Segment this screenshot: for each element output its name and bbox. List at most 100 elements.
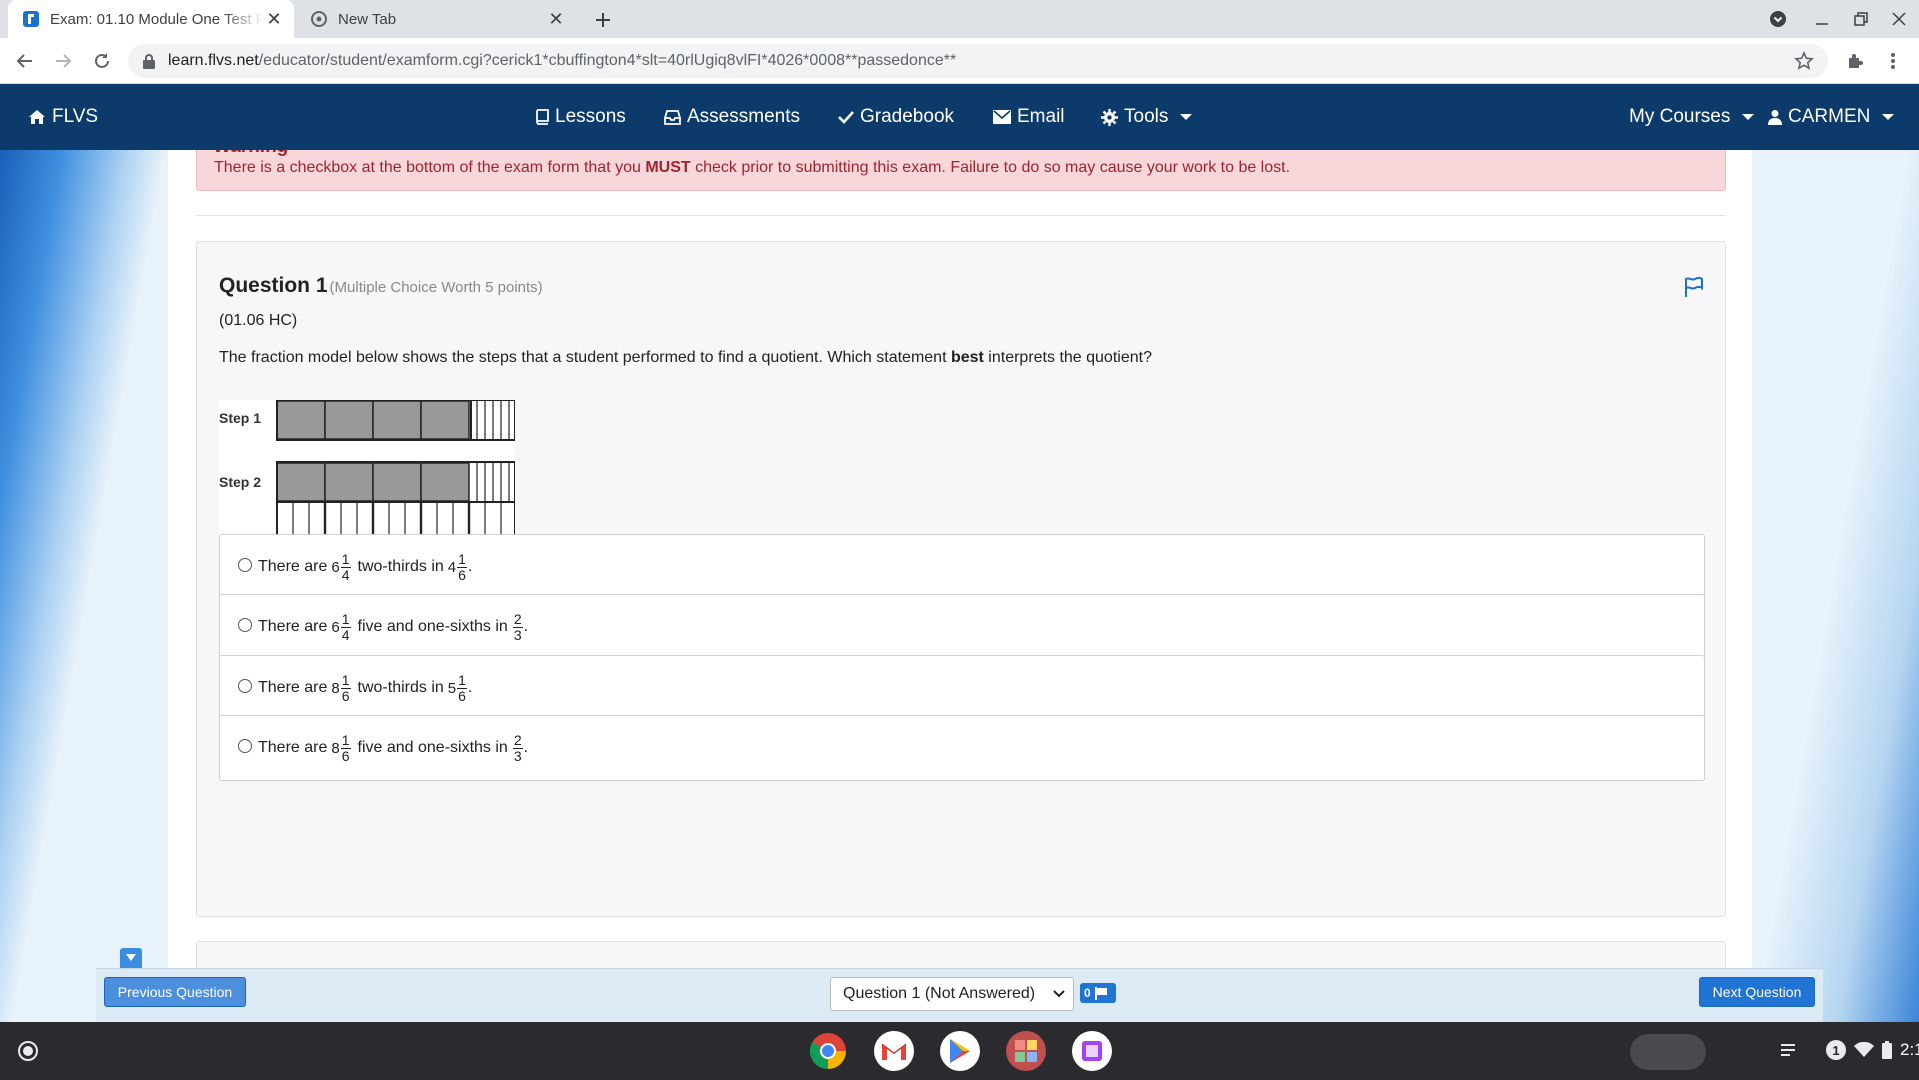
answer-choice[interactable]: There are 8 1 6 two-thirds in 5 1 6. (219, 655, 1705, 721)
flag-question-icon[interactable] (1683, 276, 1705, 298)
address-bar[interactable]: learn.flvs.net/educator/student/examform… (128, 44, 1828, 78)
denominator: 4 (341, 566, 350, 583)
tab-title: New Tab (338, 10, 397, 28)
battery-icon (1882, 1041, 1892, 1059)
forward-arrow-icon[interactable] (50, 48, 76, 74)
numerator: 2 (512, 731, 523, 749)
tab-new-tab[interactable]: New Tab ✕ (300, 0, 576, 38)
play-store-app-icon[interactable] (940, 1031, 980, 1071)
reload-icon[interactable] (89, 48, 115, 74)
bookmark-star-icon[interactable] (1794, 51, 1814, 71)
question-text: The fraction model below shows the steps… (219, 349, 1152, 367)
collapse-toggle[interactable] (120, 948, 142, 968)
choice-text: . (523, 739, 529, 756)
whole-number: 6 (331, 558, 340, 576)
nav-gradebook-label: Gradebook (860, 106, 955, 127)
answer-choice[interactable]: There are 6 1 4 two-thirds in 4 1 6. (219, 534, 1705, 600)
answer-radio[interactable] (238, 618, 252, 632)
flag-count-badge[interactable]: 0 (1080, 983, 1116, 1003)
exam-content: Warning There is a checkbox at the botto… (168, 150, 1752, 1022)
choice-text: two-thirds in (357, 558, 444, 575)
gear-icon (1101, 108, 1118, 126)
lock-icon (143, 54, 155, 69)
nav-my-courses-label: My Courses (1629, 106, 1731, 127)
flag-count: 0 (1084, 986, 1091, 1000)
whole-number: 8 (331, 739, 340, 757)
numerator: 1 (340, 731, 351, 749)
photos-app-icon[interactable] (1072, 1031, 1112, 1071)
close-tab-icon[interactable]: ✕ (264, 9, 284, 29)
denominator: 3 (513, 626, 522, 643)
close-window-icon[interactable] (1886, 6, 1912, 32)
question-text-bold: best (950, 349, 984, 366)
previous-question-button[interactable]: Previous Question (104, 977, 246, 1007)
gmail-app-icon[interactable] (874, 1031, 914, 1071)
close-tab-icon[interactable]: ✕ (546, 9, 566, 29)
next-question-button[interactable]: Next Question (1699, 977, 1815, 1007)
calculator-app-icon[interactable] (1006, 1031, 1046, 1071)
answer-radio[interactable] (238, 558, 252, 572)
question-select[interactable]: Question 1 (Not Answered) (830, 977, 1074, 1011)
user-icon (1768, 110, 1782, 125)
fraction: 16 (340, 672, 351, 704)
tab-search-icon[interactable] (1765, 6, 1791, 32)
choice-text: There are (258, 618, 328, 635)
fraction: 23 (512, 731, 523, 764)
dropdown-caret-icon (1882, 114, 1895, 120)
status-area[interactable]: 1 2:18 (1780, 1040, 1919, 1060)
nav-user-label: CARMEN (1788, 106, 1871, 127)
nav-lessons[interactable]: Lessons (534, 106, 626, 128)
warning-title: Warning (213, 150, 288, 158)
flvs-favicon-icon (22, 10, 40, 28)
wifi-icon (1854, 1042, 1874, 1057)
more-menu-icon[interactable] (1880, 48, 1906, 74)
numerator: 1 (340, 610, 351, 628)
holding-space-tray[interactable] (1630, 1034, 1706, 1070)
fraction: 16 (457, 550, 467, 583)
whole-number: 4 (447, 558, 457, 576)
warning-text-bold: MUST (645, 159, 691, 176)
numerator: 1 (457, 550, 467, 568)
nav-assessments[interactable]: Assessments (664, 106, 800, 128)
tab-exam[interactable]: Exam: 01.10 Module One Test Pa ✕ (8, 0, 294, 38)
envelope-icon (993, 110, 1011, 124)
nav-my-courses[interactable]: My Courses (1629, 106, 1755, 128)
nav-tools-label: Tools (1124, 106, 1169, 127)
question-worth: (Multiple Choice Worth 5 points) (329, 279, 543, 296)
minimize-icon[interactable] (1809, 6, 1835, 32)
choice-text: . (467, 679, 473, 696)
nav-brand-label: FLVS (52, 106, 99, 127)
nav-home-flvs[interactable]: FLVS (28, 106, 98, 128)
answer-radio[interactable] (238, 739, 252, 753)
answer-radio[interactable] (238, 679, 252, 693)
question-navigation-bar: Previous Question Question 1 (Not Answer… (96, 968, 1823, 1022)
choice-text: five and one-sixths in (357, 739, 508, 756)
new-tab-plus-icon[interactable] (590, 7, 616, 33)
nav-gradebook[interactable]: Gradebook (838, 106, 954, 128)
denominator: 6 (341, 687, 350, 704)
dropdown-caret-icon (1742, 114, 1755, 120)
chevron-down-icon (1053, 990, 1065, 998)
warning-alert: Warning There is a checkbox at the botto… (196, 150, 1726, 191)
fraction: 14 (340, 551, 351, 583)
extensions-puzzle-icon[interactable] (1842, 48, 1868, 74)
question-number: Question 1 (219, 274, 328, 297)
question-card: Question 1 (Multiple Choice Worth 5 point… (196, 241, 1726, 917)
nav-email[interactable]: Email (993, 106, 1065, 128)
restore-icon[interactable] (1848, 6, 1874, 32)
nav-tools[interactable]: Tools (1101, 106, 1193, 128)
denominator: 4 (341, 626, 350, 643)
nav-email-label: Email (1017, 106, 1065, 127)
whole-number: 5 (447, 679, 457, 697)
divider (196, 215, 1726, 216)
flag-icon (1094, 986, 1107, 1000)
fraction: 14 (340, 610, 351, 643)
launcher-icon[interactable] (14, 1037, 42, 1065)
answer-choice[interactable]: There are 8 1 6 five and one-sixths in 2 3. (219, 715, 1705, 781)
question-title: Question 1 (Multiple Choice Worth 5 point… (219, 274, 543, 298)
page-background: Warning There is a checkbox at the botto… (0, 150, 1919, 1022)
chrome-app-icon[interactable] (808, 1031, 848, 1071)
answer-choice[interactable]: There are 6 1 4 five and one-sixths in 2 3. (219, 594, 1705, 660)
back-arrow-icon[interactable] (12, 48, 38, 74)
nav-user-menu[interactable]: CARMEN (1768, 106, 1895, 128)
